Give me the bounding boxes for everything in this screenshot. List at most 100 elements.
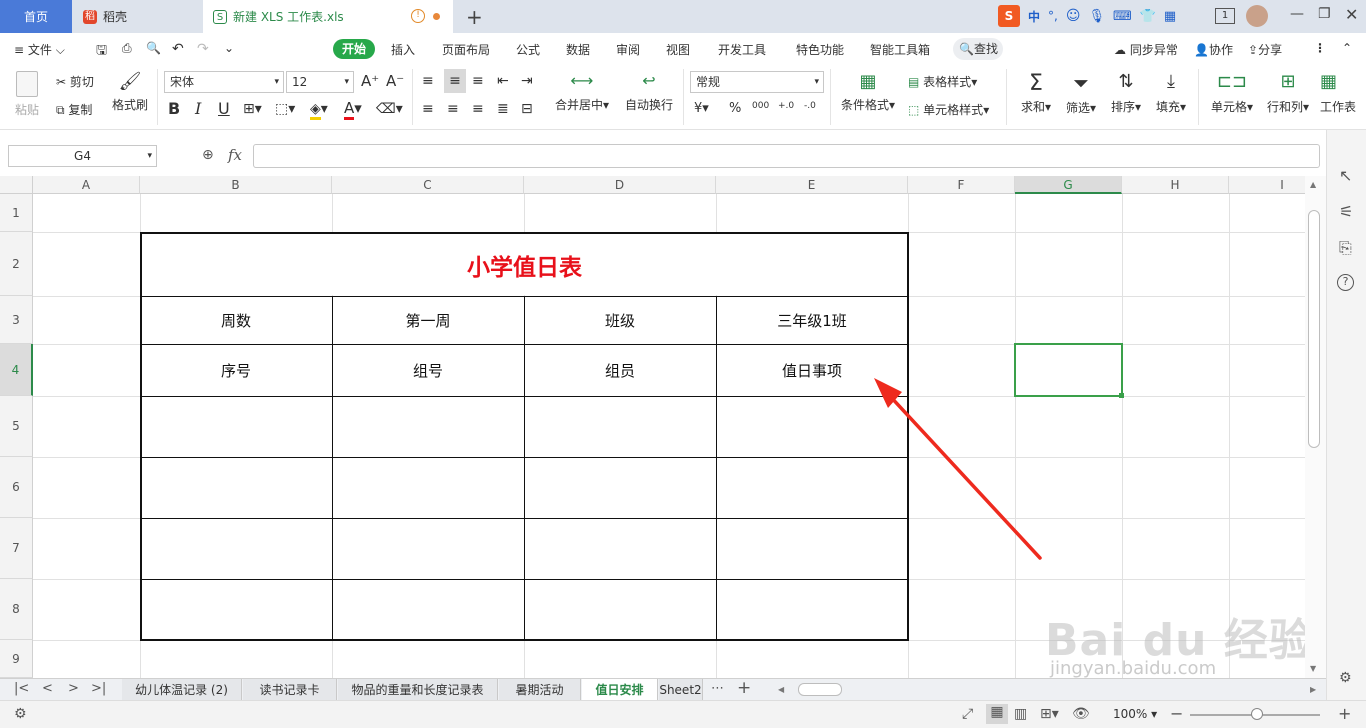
percent-button[interactable]: % [729,101,741,116]
eye-protection-icon[interactable]: 👁 [1072,706,1090,722]
indent-increase-icon[interactable]: ⇥ [521,73,533,89]
table-style-button[interactable]: ▤ 表格样式▾ [908,73,977,90]
bold-button[interactable]: B [168,99,180,118]
tab-formula[interactable]: 公式 [516,41,540,58]
scroll-down-icon[interactable]: ▼ [1310,664,1316,673]
tab-page-layout[interactable]: 页面布局 [442,41,490,58]
shrink-font-button[interactable]: A⁻ [386,72,404,90]
grow-font-button[interactable]: A⁺ [361,72,379,90]
more-sheets-icon[interactable]: ⋯ [711,681,724,696]
thousands-button[interactable]: 000 [752,101,769,111]
tab-developer[interactable]: 开发工具 [718,41,766,58]
tab-review[interactable]: 审阅 [616,41,640,58]
fx-icon[interactable]: fx [228,146,242,164]
sheet-tab-6[interactable]: Sheet2 [659,679,703,701]
collab-button[interactable]: 👤协作 [1194,41,1233,58]
tab-file[interactable]: S 新建 XLS 工作表.xls ! [203,0,453,33]
tab-home[interactable]: 首页 [0,0,72,33]
distributed-icon[interactable]: ⊟ [521,101,533,117]
scroll-right-icon[interactable]: ▶ [1310,685,1316,694]
tab-insert[interactable]: 插入 [391,41,415,58]
sheet-tab-1[interactable]: 幼儿体温记录 (2) [122,679,242,701]
redo-icon[interactable]: ↷ [197,41,209,57]
justify-icon[interactable]: ≣ [497,101,509,117]
file-menu[interactable]: ≡ 文件 ⌵ [14,41,65,58]
warning-icon[interactable]: ! [411,9,425,23]
font-color-icon[interactable]: A▾ [344,99,362,120]
cell-style-button[interactable]: ⬚ 单元格样式▾ [908,101,989,118]
skin-icon[interactable]: 👕 [1140,9,1156,24]
name-box[interactable]: G4 ▾ [8,145,157,167]
undo-icon[interactable]: ↶ [172,41,184,57]
format-painter-button[interactable]: 🖌 格式刷 [110,71,150,113]
zoom-formula-icon[interactable]: ⊕ [202,147,214,163]
ime-lang[interactable]: 中 [1028,8,1040,25]
underline-button[interactable]: U [218,99,230,118]
align-bottom-icon[interactable]: ≡ [472,73,484,89]
formula-input[interactable] [253,144,1320,168]
paste-button[interactable]: 粘贴 [10,71,44,118]
merge-center-button[interactable]: ⟷ 合并居中▾ [552,71,612,113]
sheet-tab-2[interactable]: 读书记录卡 [243,679,337,701]
minimize-icon[interactable]: — [1290,6,1304,22]
save-icon[interactable]: 🖫 [96,41,107,63]
vertical-scroll-thumb[interactable] [1308,210,1320,448]
select-pointer-icon[interactable]: ↖ [1339,166,1352,185]
window-count-badge[interactable]: 1 [1215,8,1235,24]
settings-icon[interactable]: ⚙ [1339,670,1352,686]
emoji-icon[interactable]: ☺ [1066,8,1081,24]
filter-button[interactable]: ⏷ 筛选▾ [1063,71,1099,116]
macro-icon[interactable]: ⚙ [14,706,27,722]
scroll-up-icon[interactable]: ▲ [1310,180,1316,189]
new-tab-button[interactable]: + [466,5,483,29]
sheet-tab-4[interactable]: 暑期活动 [499,679,581,701]
tab-daoke[interactable]: 稻 稻壳 [73,0,201,33]
italic-button[interactable]: I [195,99,201,118]
search-button[interactable]: 🔍查找 [953,38,1003,60]
indent-decrease-icon[interactable]: ⇤ [497,73,509,89]
property-sliders-icon[interactable]: ⚟ [1339,202,1353,221]
collapse-ribbon-icon[interactable]: ⌃ [1342,41,1352,55]
print-preview-icon[interactable]: 🔍 [146,41,161,55]
last-sheet-icon[interactable]: >| [91,681,106,696]
horizontal-scroll-thumb[interactable] [798,683,842,696]
sync-status[interactable]: ☁ 同步异常 [1114,41,1178,58]
align-top-icon[interactable]: ≡ [422,73,434,89]
fill-button[interactable]: ⤓ 填充▾ [1153,71,1189,115]
prev-sheet-icon[interactable]: < [42,681,53,696]
close-icon[interactable]: ✕ [1345,5,1358,24]
quick-access-dropdown-icon[interactable]: ⌄ [224,41,234,55]
fullscreen-icon[interactable]: ⤢ [962,706,973,722]
tab-view[interactable]: 视图 [666,41,690,58]
output-icon[interactable]: ⎙ [122,41,132,56]
fill-color-icon[interactable]: ◈▾ [310,101,328,120]
cut-button[interactable]: ✂ 剪切 [56,73,94,90]
align-right-icon[interactable]: ≡ [472,101,484,117]
number-format-select[interactable]: 常规 ▾ [690,71,824,93]
tab-data[interactable]: 数据 [566,41,590,58]
tab-features[interactable]: 特色功能 [796,41,844,58]
sum-button[interactable]: Σ 求和▾ [1018,71,1054,115]
tab-start[interactable]: 开始 [333,39,375,59]
conditional-format-button[interactable]: ▦ 条件格式▾ [838,71,898,113]
share-button[interactable]: ⇪分享 [1248,41,1282,58]
zoom-slider-thumb[interactable] [1251,708,1263,720]
zoom-out-icon[interactable]: − [1170,704,1183,723]
sogou-icon[interactable]: S [998,5,1020,27]
currency-button[interactable]: ¥▾ [694,101,709,116]
zoom-in-icon[interactable]: + [1338,704,1351,723]
next-sheet-icon[interactable]: > [68,681,79,696]
backup-icon[interactable]: ⎘ [1339,238,1352,258]
decrease-decimal-button[interactable]: -.0 [804,101,816,111]
sheet-tab-5[interactable]: 值日安排 [582,679,658,701]
keyboard-icon[interactable]: ⌨ [1113,9,1132,24]
border-icon[interactable]: ⊞▾ [243,101,262,117]
ime-punct[interactable]: °, [1048,9,1058,23]
sheet-tab-3[interactable]: 物品的重量和长度记录表 [338,679,498,701]
mic-icon[interactable]: 🎙 [1088,9,1105,24]
page-break-view-icon[interactable]: ⊞▾ [1040,706,1059,722]
vertical-scrollbar[interactable]: ▲ ▼ [1305,176,1326,678]
font-family-select[interactable]: 宋体 ▾ [164,71,284,93]
align-left-icon[interactable]: ≡ [422,101,434,117]
align-center-icon[interactable]: ≡ [447,101,459,117]
